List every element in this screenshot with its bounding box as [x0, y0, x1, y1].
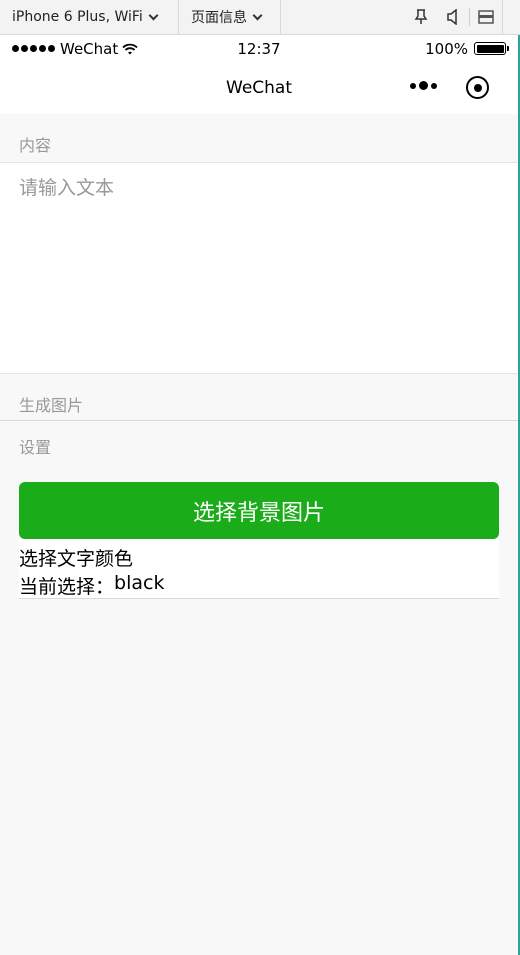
text-input-area: [0, 162, 518, 374]
text-color-picker[interactable]: 选择文字颜色 当前选择： black: [19, 539, 499, 599]
close-button[interactable]: [466, 76, 489, 99]
device-label: iPhone 6 Plus, WiFi: [12, 9, 143, 25]
nav-bar: WeChat: [0, 62, 518, 114]
settings-section-label: 设置: [19, 438, 52, 457]
mute-button[interactable]: [437, 0, 469, 35]
window-icon: [478, 10, 494, 24]
chevron-down-icon: [252, 10, 263, 20]
text-input[interactable]: [0, 163, 518, 373]
battery-percent: 100%: [425, 39, 468, 58]
page-info-label: 页面信息: [191, 10, 247, 26]
choose-background-button[interactable]: 选择背景图片: [19, 482, 499, 539]
nav-title: WeChat: [226, 78, 292, 98]
page-info-selector[interactable]: 页面信息: [179, 0, 281, 35]
pin-icon: [414, 9, 428, 24]
content-section-label: 内容: [19, 136, 52, 155]
current-color-prefix: 当前选择：: [19, 576, 115, 598]
divider: [0, 420, 518, 421]
battery-info: 100%: [425, 39, 509, 58]
text-color-label: 选择文字颜色: [19, 548, 134, 570]
more-button[interactable]: [410, 81, 437, 90]
toolbar-end: [502, 0, 520, 35]
devtools-actions: [405, 0, 520, 35]
battery-icon: [474, 42, 509, 55]
current-color: 当前选择： black: [19, 572, 164, 599]
generate-image-label[interactable]: 生成图片: [19, 392, 83, 416]
pin-button[interactable]: [405, 0, 437, 35]
speaker-icon: [447, 9, 457, 25]
devtools-toolbar: iPhone 6 Plus, WiFi 页面信息: [0, 0, 520, 35]
target-icon: [473, 83, 482, 92]
device-selector[interactable]: iPhone 6 Plus, WiFi: [0, 0, 179, 35]
current-color-value: black: [114, 572, 165, 594]
more-icon: [410, 82, 416, 89]
chevron-down-icon: [148, 10, 159, 20]
status-bar: WeChat 12:37 100%: [0, 35, 518, 62]
window-button[interactable]: [470, 0, 502, 35]
